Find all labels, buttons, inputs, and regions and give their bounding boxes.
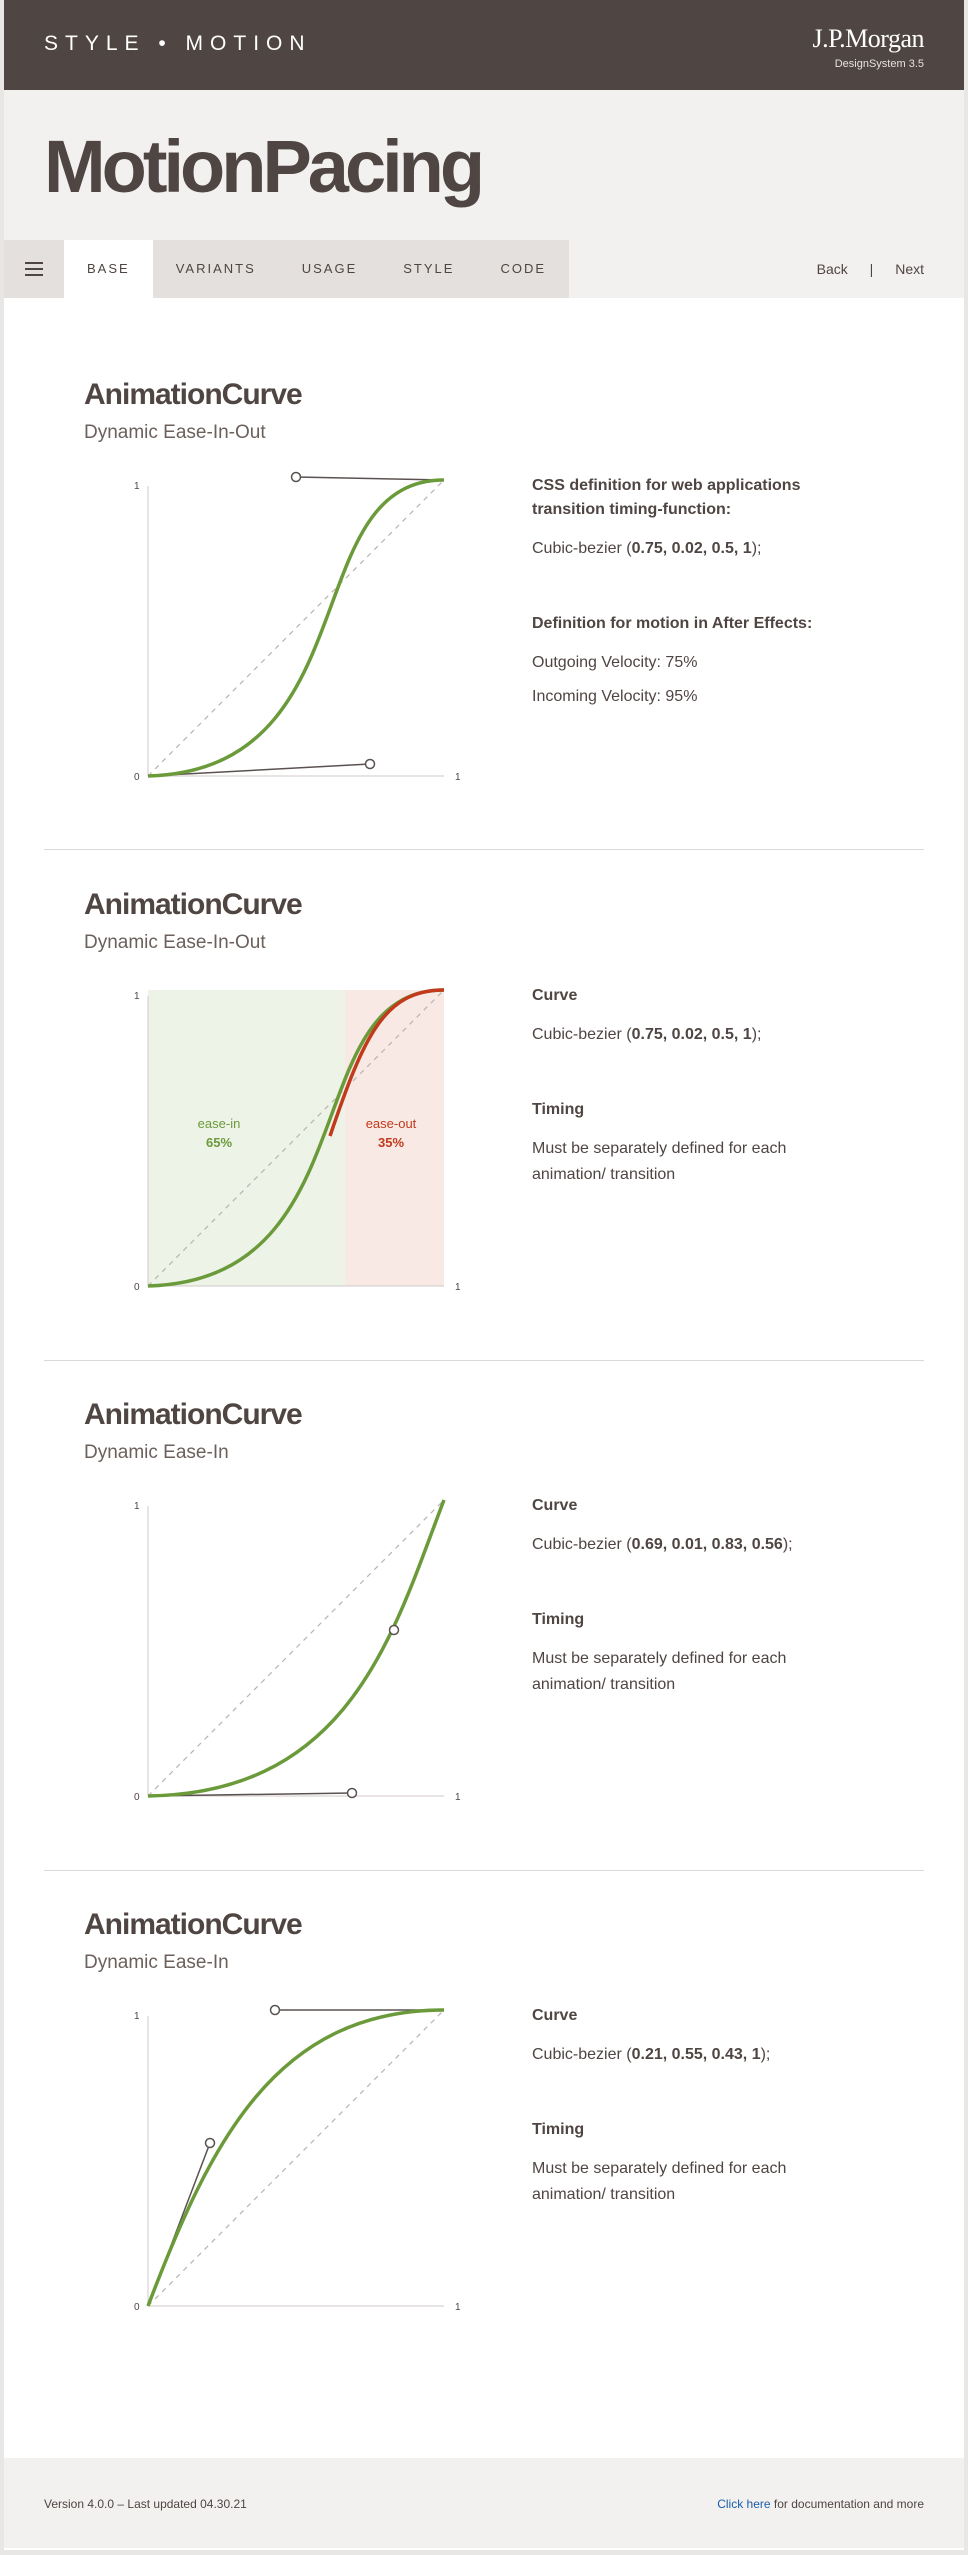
pager: Back | Next	[817, 240, 924, 298]
info-heading: Curve	[532, 987, 578, 1004]
hamburger-menu-icon	[25, 262, 43, 276]
curve-graph: 1 0 1	[134, 2004, 461, 2313]
documentation-note: Click here for documentation and more	[717, 2497, 924, 2511]
ease-out-label: ease-out	[366, 1116, 417, 1131]
pager-separator: |	[869, 261, 874, 277]
control-handle-2	[295, 476, 445, 481]
bezier-definition: Cubic-bezier (0.75, 0.02, 0.5, 1);	[532, 1026, 762, 1043]
control-point-1[interactable]	[346, 1787, 358, 1799]
section-title: AnimationCurve	[84, 1908, 303, 1941]
axis-label-x1: 1	[455, 1282, 461, 1293]
brand-logo[interactable]: J.P.Morgan	[812, 24, 924, 54]
tab-code[interactable]: CODE	[477, 240, 569, 298]
axis-label-y1: 1	[134, 2011, 140, 2022]
tab-bar: BASE VARIANTS USAGE STYLE CODE Back | Ne…	[4, 240, 964, 298]
section-title: AnimationCurve	[84, 1398, 303, 1431]
timing-note: Must be separately defined for each anim…	[532, 1140, 787, 1183]
curve-graph: 1 0 1 ease-in 65% ease-out 35%	[134, 988, 461, 1293]
footer: Version 4.0.0 – Last updated 04.30.21 Cl…	[4, 2458, 964, 2548]
breadcrumb: STYLE • MOTION	[44, 32, 312, 55]
menu-button[interactable]	[4, 240, 64, 298]
linear-reference-line	[147, 479, 445, 777]
incoming-velocity: Incoming Velocity: 95%	[532, 688, 698, 705]
section-subtitle: Dynamic Ease-In-Out	[84, 422, 266, 443]
back-link[interactable]: Back	[817, 261, 848, 277]
tab-style[interactable]: STYLE	[380, 240, 477, 298]
info-heading: Curve	[532, 1497, 578, 1514]
section-title: AnimationCurve	[84, 888, 303, 921]
tab-strip: BASE VARIANTS USAGE STYLE CODE	[64, 240, 570, 298]
axis-label-x1: 1	[455, 1792, 461, 1803]
control-point-1[interactable]	[364, 758, 376, 770]
timing-note: Must be separately defined for each anim…	[532, 1650, 787, 1693]
axis-label-origin: 0	[134, 1282, 140, 1293]
curve-graph: 1 0 1	[134, 471, 461, 783]
axis-label-x1: 1	[455, 2302, 461, 2313]
version-info: Version 4.0.0 – Last updated 04.30.21	[44, 2497, 247, 2511]
section-ease-in-out-zones: AnimationCurve Dynamic Ease-In-Out 1 0 1…	[44, 888, 924, 1348]
outgoing-velocity: Outgoing Velocity: 75%	[532, 654, 698, 671]
section-ease-in-soft: AnimationCurve Dynamic Ease-In 1 0 1 Cur…	[44, 1908, 924, 2368]
info-heading-2: Timing	[532, 1101, 585, 1118]
hero: MotionPacing	[4, 90, 964, 240]
page-title: MotionPacing	[44, 125, 485, 208]
info-heading: Curve	[532, 2007, 578, 2024]
control-point-2[interactable]	[269, 2004, 281, 2016]
curve-graph: 1 0 1	[134, 1499, 461, 1803]
bezier-values: 0.21, 0.55, 0.43, 1	[631, 2046, 761, 2063]
bezier-definition: Cubic-bezier (0.21, 0.55, 0.43, 1);	[532, 2046, 771, 2063]
bezier-values: 0.69, 0.01, 0.83, 0.56	[631, 1536, 783, 1553]
curve-info: Curve Cubic-bezier (0.69, 0.01, 0.83, 0.…	[532, 1494, 862, 1698]
section-divider	[44, 1360, 924, 1361]
section-subtitle: Dynamic Ease-In-Out	[84, 932, 266, 953]
bezier-values: 0.75, 0.02, 0.5, 1	[631, 1026, 752, 1043]
control-point-2[interactable]	[388, 1624, 400, 1636]
info-heading-2: Timing	[532, 2121, 585, 2138]
documentation-link[interactable]: Click here	[717, 2497, 770, 2511]
tab-usage[interactable]: USAGE	[279, 240, 381, 298]
section-ease-in-out: AnimationCurve Dynamic Ease-In-Out 1 0 1…	[44, 378, 924, 838]
linear-reference-line	[147, 2009, 445, 2307]
curve-info: CSS definition for web applications tran…	[532, 474, 862, 710]
section-title: AnimationCurve	[84, 378, 303, 411]
axis-label-y1: 1	[134, 1501, 140, 1512]
timing-note: Must be separately defined for each anim…	[532, 2160, 787, 2203]
info-heading-2: Definition for motion in After Effects:	[532, 615, 813, 632]
section-divider	[44, 849, 924, 850]
section-ease-in: AnimationCurve Dynamic Ease-In 1 0 1 Cur…	[44, 1398, 924, 1858]
bezier-definition: Cubic-bezier (0.75, 0.02, 0.5, 1);	[532, 540, 762, 557]
info-heading-2: Timing	[532, 1611, 585, 1628]
info-heading: CSS definition for web applications tran…	[532, 477, 801, 518]
page: STYLE • MOTION J.P.Morgan DesignSystem 3…	[4, 0, 964, 2550]
section-subtitle: Dynamic Ease-In	[84, 1442, 229, 1463]
axis-label-y1: 1	[134, 481, 140, 492]
ease-in-label: ease-in	[198, 1116, 241, 1131]
design-system-version: DesignSystem 3.5	[834, 58, 924, 70]
control-point-2[interactable]	[290, 471, 302, 483]
bezier-definition: Cubic-bezier (0.69, 0.01, 0.83, 0.56);	[532, 1536, 793, 1553]
ease-in-value: 65%	[206, 1135, 232, 1150]
axis-label-y1: 1	[134, 991, 140, 1002]
tab-base[interactable]: BASE	[64, 240, 153, 298]
brand: J.P.Morgan DesignSystem 3.5	[812, 24, 924, 70]
axis-label-x1: 1	[455, 772, 461, 783]
tab-variants[interactable]: VARIANTS	[153, 240, 279, 298]
section-divider	[44, 1870, 924, 1871]
control-point-1[interactable]	[204, 2137, 216, 2149]
ease-in-zone	[148, 990, 345, 1286]
section-subtitle: Dynamic Ease-In	[84, 1952, 229, 1973]
top-bar: STYLE • MOTION J.P.Morgan DesignSystem 3…	[4, 0, 964, 90]
next-link[interactable]: Next	[895, 261, 924, 277]
ease-out-value: 35%	[378, 1135, 404, 1150]
documentation-link-suffix: for documentation and more	[770, 2497, 924, 2511]
bezier-values: 0.75, 0.02, 0.5, 1	[631, 540, 752, 557]
curve-info: Curve Cubic-bezier (0.21, 0.55, 0.43, 1)…	[532, 2004, 862, 2208]
curve-info: Curve Cubic-bezier (0.75, 0.02, 0.5, 1);…	[532, 984, 862, 1188]
axis-label-origin: 0	[134, 2302, 140, 2313]
axis-label-origin: 0	[134, 1792, 140, 1803]
axis-label-origin: 0	[134, 772, 140, 783]
